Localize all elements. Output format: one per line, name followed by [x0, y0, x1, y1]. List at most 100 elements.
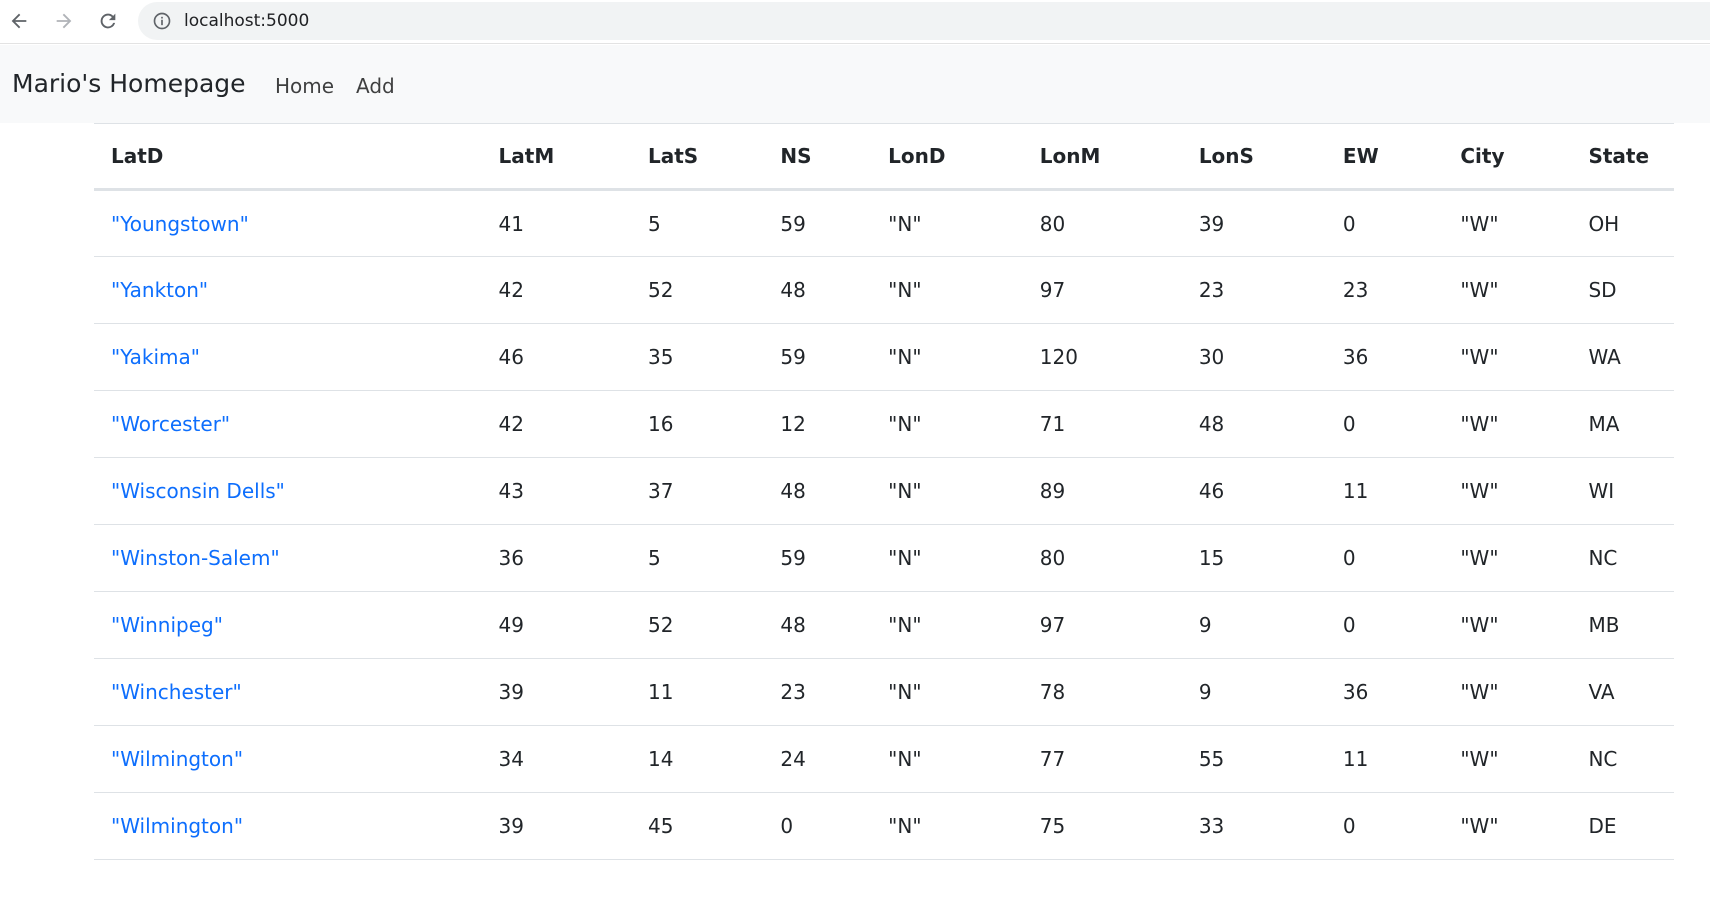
table-cell: 42: [481, 390, 631, 458]
table-cell: 5: [630, 189, 764, 257]
table-row: "Worcester" 42 16 12 "N" 71 48 0 "W" MA: [94, 390, 1674, 458]
table-cell: 15: [1181, 524, 1326, 592]
table-cell: 11: [1325, 725, 1444, 793]
row-link[interactable]: "Worcester": [111, 412, 230, 436]
table-cell: "N": [871, 390, 1023, 458]
navbar-brand[interactable]: Mario's Homepage: [12, 67, 246, 101]
table-row: "Wilmington" 34 14 24 "N" 77 55 11 "W" NC: [94, 725, 1674, 793]
table-cell: 0: [1325, 390, 1444, 458]
table-cell: 77: [1022, 725, 1182, 793]
table-cell: 48: [763, 591, 872, 659]
table-cell: "Wisconsin Dells": [94, 457, 482, 525]
column-header-latm: LatM: [481, 123, 631, 191]
cities-table: LatD LatM LatS NS LonD LonM LonS EW City…: [94, 123, 1674, 860]
table-cell: WI: [1571, 457, 1674, 525]
table-cell: "W": [1443, 792, 1572, 860]
table-cell: 52: [630, 256, 764, 324]
table-row: "Youngstown" 41 5 59 "N" 80 39 0 "W" OH: [94, 189, 1674, 257]
table-cell: "W": [1443, 256, 1572, 324]
table-row: "Winchester" 39 11 23 "N" 78 9 36 "W" VA: [94, 658, 1674, 726]
table-cell: 48: [763, 256, 872, 324]
table-cell: MA: [1571, 390, 1674, 458]
table-cell: 55: [1181, 725, 1326, 793]
table-cell: 97: [1022, 591, 1182, 659]
url-text[interactable]: localhost:5000: [184, 10, 309, 32]
table-cell: NC: [1571, 725, 1674, 793]
table-cell: 0: [1325, 792, 1444, 860]
forward-button[interactable]: [51, 8, 77, 34]
back-button[interactable]: [6, 8, 32, 34]
table-cell: MB: [1571, 591, 1674, 659]
row-link[interactable]: "Yankton": [111, 278, 208, 302]
table-row: "Wisconsin Dells" 43 37 48 "N" 89 46 11 "W" WI: [94, 457, 1674, 525]
table-cell: 5: [630, 524, 764, 592]
table-cell: "Worcester": [94, 390, 482, 458]
table-cell: 23: [763, 658, 872, 726]
table-cell: VA: [1571, 658, 1674, 726]
table-cell: "Youngstown": [94, 189, 482, 257]
table-cell: 36: [1325, 323, 1444, 391]
table-cell: 97: [1022, 256, 1182, 324]
arrow-right-icon: [56, 13, 72, 29]
table-cell: 30: [1181, 323, 1326, 391]
table-cell: DE: [1571, 792, 1674, 860]
column-header-lons: LonS: [1181, 123, 1326, 191]
table-cell: 35: [630, 323, 764, 391]
arrow-left-icon: [11, 13, 27, 29]
table-cell: 9: [1181, 591, 1326, 659]
row-link[interactable]: "Wilmington": [111, 747, 243, 771]
row-link[interactable]: "Winnipeg": [111, 613, 223, 637]
table-cell: "Winchester": [94, 658, 482, 726]
column-header-lonm: LonM: [1022, 123, 1182, 191]
row-link[interactable]: "Wilmington": [111, 814, 243, 838]
table-cell: 0: [1325, 189, 1444, 257]
table-cell: "N": [871, 658, 1023, 726]
row-link[interactable]: "Winston-Salem": [111, 546, 280, 570]
table-row: "Winston-Salem" 36 5 59 "N" 80 15 0 "W" NC: [94, 524, 1674, 592]
table-cell: "N": [871, 591, 1023, 659]
table-cell: "Winnipeg": [94, 591, 482, 659]
table-cell: 39: [481, 658, 631, 726]
row-link[interactable]: "Wisconsin Dells": [111, 479, 285, 503]
row-link[interactable]: "Yakima": [111, 345, 200, 369]
table-cell: 80: [1022, 524, 1182, 592]
table-cell: 23: [1181, 256, 1326, 324]
table-row: "Winnipeg" 49 52 48 "N" 97 9 0 "W" MB: [94, 591, 1674, 659]
table-header-row: LatD LatM LatS NS LonD LonM LonS EW City…: [94, 123, 1674, 191]
column-header-ns: NS: [763, 123, 872, 191]
table-cell: "N": [871, 725, 1023, 793]
table-cell: 24: [763, 725, 872, 793]
address-bar[interactable]: localhost:5000: [138, 2, 1710, 40]
table-cell: 78: [1022, 658, 1182, 726]
main-content: LatD LatM LatS NS LonD LonM LonS EW City…: [94, 123, 1710, 903]
table-cell: 16: [630, 390, 764, 458]
column-header-city: City: [1443, 123, 1572, 191]
table-cell: 52: [630, 591, 764, 659]
row-link[interactable]: "Winchester": [111, 680, 242, 704]
table-cell: OH: [1571, 189, 1674, 257]
table-cell: 39: [1181, 189, 1326, 257]
table-cell: "W": [1443, 390, 1572, 458]
site-navbar: Mario's Homepage Home Add: [0, 45, 1710, 123]
table-cell: "W": [1443, 658, 1572, 726]
table-cell: 0: [1325, 524, 1444, 592]
table-cell: 14: [630, 725, 764, 793]
table-cell: 46: [1181, 457, 1326, 525]
table-cell: 89: [1022, 457, 1182, 525]
column-header-state: State: [1571, 123, 1674, 191]
nav-link-add[interactable]: Add: [356, 72, 395, 100]
table-cell: "N": [871, 524, 1023, 592]
table-cell: SD: [1571, 256, 1674, 324]
info-icon[interactable]: [152, 11, 172, 31]
table-row: "Yakima" 46 35 59 "N" 120 30 36 "W" WA: [94, 323, 1674, 391]
nav-link-home[interactable]: Home: [275, 72, 334, 100]
table-cell: 48: [1181, 390, 1326, 458]
table-cell: "N": [871, 792, 1023, 860]
table-cell: 36: [1325, 658, 1444, 726]
reload-button[interactable]: [95, 8, 121, 34]
table-cell: 9: [1181, 658, 1326, 726]
row-link[interactable]: "Youngstown": [111, 212, 249, 236]
table-body: "Youngstown" 41 5 59 "N" 80 39 0 "W" OH "Yankton" 4…: [94, 189, 1674, 860]
table-cell: 33: [1181, 792, 1326, 860]
table-cell: "Yankton": [94, 256, 482, 324]
